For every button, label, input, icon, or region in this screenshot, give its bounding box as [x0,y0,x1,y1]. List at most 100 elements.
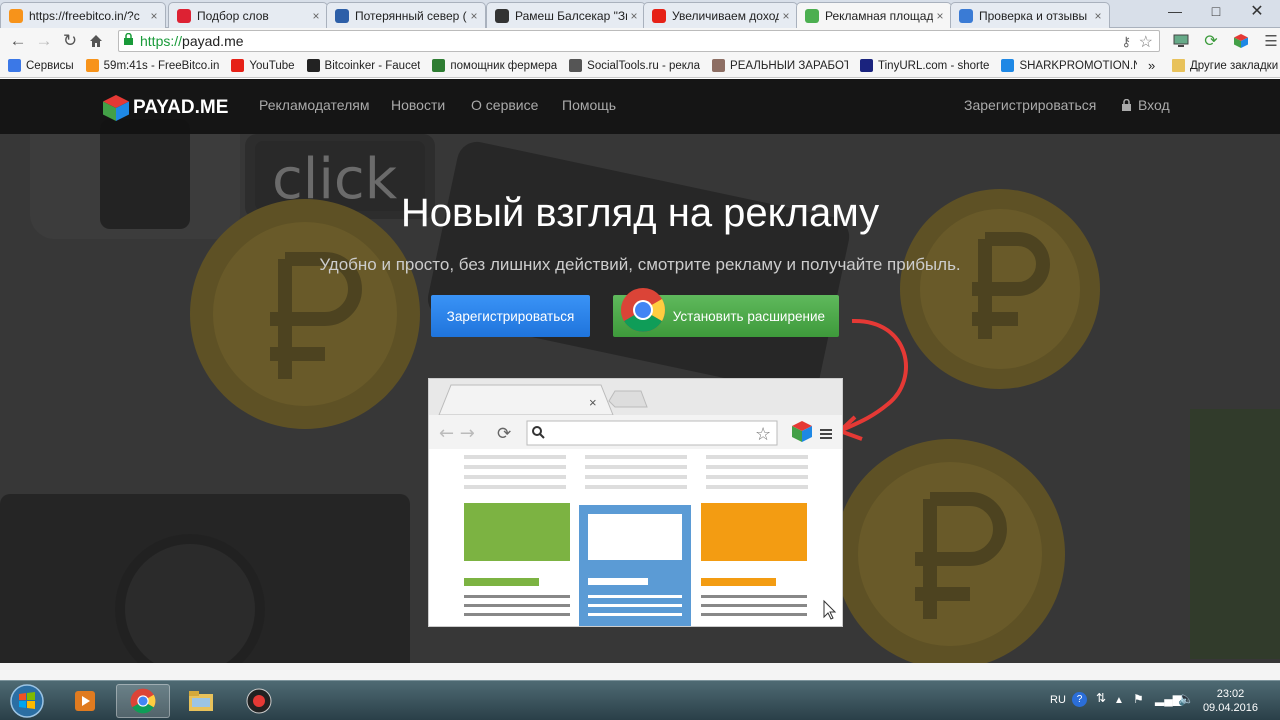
home-icon[interactable] [83,28,109,54]
extension-screen-icon[interactable] [1170,30,1192,52]
svg-text:×: × [589,395,597,410]
explorer-taskbar-icon[interactable] [174,684,228,718]
farm-icon [432,59,446,72]
browser-toolbar: ← → ↻ https://payad.me ⚷ ☆ ⟳ ☰ [0,28,1280,54]
url-scheme: https:// [140,33,183,49]
help-icon[interactable]: ? [1072,692,1087,707]
forward-icon[interactable]: → [31,28,57,54]
tab-close-icon[interactable]: × [933,9,947,23]
bitcoin-icon [9,8,23,23]
bookmark-label: РЕАЛЬНЫЙ ЗАРАБОТ [730,59,849,72]
tab-label: Рамеш Балсекар "Зн [515,8,627,23]
tray-arrow-icon[interactable]: ▲ [1114,695,1124,706]
bookmark-item[interactable]: 59m:41s - FreeBitco.in [85,59,220,72]
clock-time: 23:02 [1216,688,1245,700]
clock-date: 09.04.2016 [1202,702,1258,714]
url-host: payad.me [182,33,244,49]
bookmark-item[interactable]: SocialTools.ru - рекла [569,59,700,72]
extension-refresh-icon[interactable]: ⟳ [1200,30,1222,52]
bookmark-item[interactable]: YouTube [231,59,295,72]
nav-news[interactable]: Новости [391,97,445,113]
gear-icon [569,59,583,72]
payad-extension-icon[interactable] [1230,30,1252,52]
login-label: Вход [1138,97,1170,113]
install-extension-label: Установить расширение [672,308,825,324]
bookmarks-overflow-button[interactable]: » [1148,58,1155,73]
other-bookmarks-folder[interactable]: Другие закладки [1172,59,1278,72]
page-content: click PAYAD.ME Рекламодателям Новости О … [0,79,1280,663]
menu-icon[interactable]: ☰ [1260,30,1280,52]
youtube-icon [652,8,666,23]
tab-5[interactable]: Рекламная площадк × [796,2,952,29]
bookmark-item[interactable]: помощник фермера [432,59,557,72]
key-icon[interactable]: ⚷ [1121,34,1131,50]
bookmark-item[interactable]: РЕАЛЬНЫЙ ЗАРАБОТ [712,59,848,72]
chrome-taskbar-icon[interactable] [116,684,170,718]
bookmark-item[interactable]: SHARKPROMOTION.N [1001,59,1137,72]
register-button[interactable]: Зарегистрироваться [431,295,590,337]
site-logo[interactable]: PAYAD.ME [101,93,228,123]
tab-close-icon[interactable]: × [147,9,161,23]
hero-subtitle: Удобно и просто, без лишних действий, см… [319,255,961,274]
bitcoin-icon [85,59,99,72]
tab-4[interactable]: Увеличиваем доход × [643,2,798,28]
back-icon[interactable]: ← [5,28,31,54]
tab-3[interactable]: Рамеш Балсекар "Зн × [486,2,646,28]
bookmark-label: Bitcoinker - Faucet [324,59,421,72]
volume-icon[interactable]: 🔈 [1178,691,1194,707]
svg-text:← →: ← → [439,423,475,444]
bookmark-label: TinyURL.com - shorte [878,59,990,72]
bookmark-star-icon[interactable]: ☆ [1139,32,1153,52]
address-bar[interactable]: https://payad.me ⚷ ☆ [118,30,1160,52]
recorder-taskbar-icon[interactable] [232,684,286,718]
lock-icon [1122,98,1131,111]
bookmark-item[interactable]: Bitcoinker - Faucet [306,59,421,72]
minimize-button[interactable]: — [1155,0,1195,22]
youtube-icon [231,59,245,72]
tray-network-icon[interactable]: ⇅ [1096,691,1106,705]
bookmark-label: 59m:41s - FreeBitco.in [103,59,220,72]
money-bag-icon [712,59,726,72]
tab-6[interactable]: Проверка и отзывы × [950,2,1110,28]
media-player-taskbar-icon[interactable] [58,684,112,718]
tab-1[interactable]: Подбор слов × [168,2,328,28]
nav-register-link[interactable]: Зарегистрироваться [964,97,1096,113]
bookmark-label: Сервисы [26,59,74,72]
close-window-button[interactable]: ✕ [1237,0,1277,22]
bookmark-label: SocialTools.ru - рекла [587,59,701,72]
tab-2[interactable]: Потерянный север (× [326,2,486,28]
page-bottom-edge [0,663,1280,680]
tray-flag-icon[interactable]: ⚑ [1133,692,1144,706]
nav-help[interactable]: Помощь [562,97,616,113]
chart-icon [177,8,191,23]
tab-0[interactable]: https://freebitco.in/?c × [0,2,166,28]
nav-about[interactable]: О сервисе [471,97,538,113]
apps-icon [8,59,21,72]
bookmark-label: SHARKPROMOTION.N [1019,59,1138,72]
tab-label: Потерянный север ( [355,8,467,23]
tab-close-icon[interactable]: × [309,9,323,23]
svg-text:⟳: ⟳ [497,424,511,444]
nav-login-link[interactable]: Вход [1121,97,1170,113]
reload-icon[interactable]: ↻ [57,28,83,54]
tab-close-icon[interactable]: × [627,9,641,23]
tab-close-icon[interactable]: × [1091,9,1105,23]
nav-advertisers[interactable]: Рекламодателям [259,97,369,113]
windows-start-icon[interactable] [3,683,51,719]
tab-close-icon[interactable]: × [467,9,481,23]
tab-close-icon[interactable]: × [779,9,793,23]
extension-illustration: × ← → ⟳ ☆ [428,378,843,627]
bookmark-item[interactable]: TinyURL.com - shorte [860,59,989,72]
globe-icon [335,8,349,23]
shield-icon [959,8,973,23]
language-indicator[interactable]: RU [1050,694,1066,706]
tab-label: Увеличиваем доход [672,8,779,23]
maximize-button[interactable]: □ [1196,0,1236,22]
tinyurl-icon [860,59,874,72]
bookmark-item[interactable]: Сервисы [8,59,74,72]
tab-label: Подбор слов [197,8,269,23]
bitcoin-icon [306,59,320,72]
folder-icon [1172,59,1185,72]
system-clock[interactable]: 23:02 09.04.2016 [1203,687,1258,715]
tab-strip: https://freebitco.in/?c × Подбор слов × Поте… [0,0,1280,29]
